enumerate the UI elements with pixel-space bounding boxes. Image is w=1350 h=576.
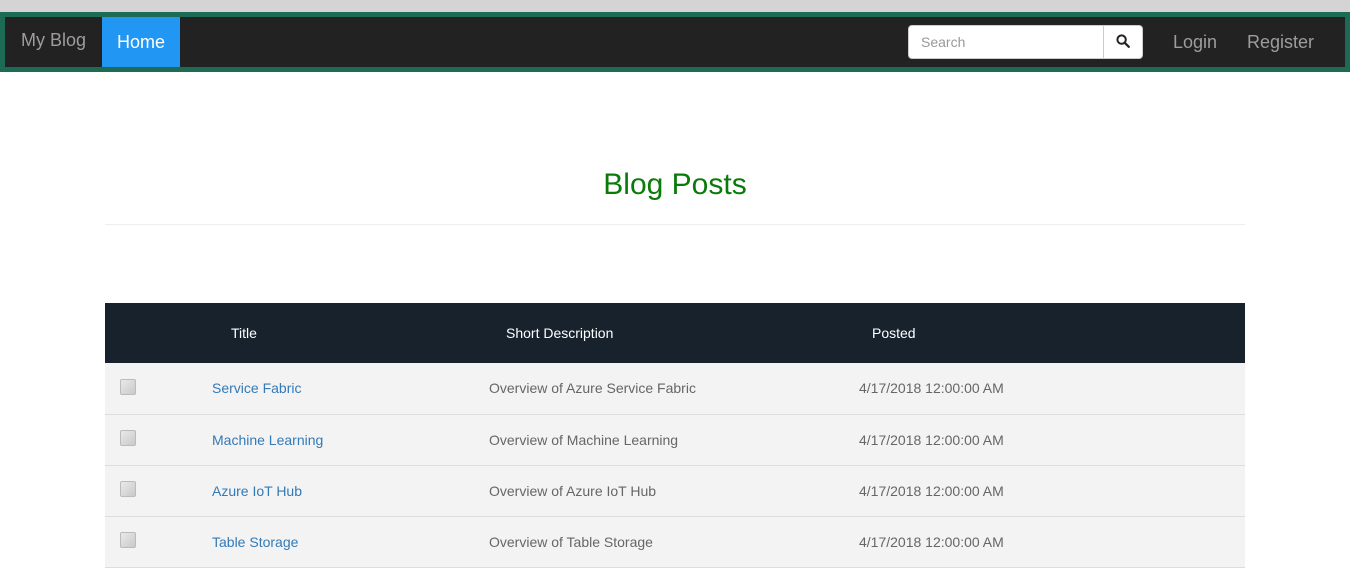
column-header-title: Title: [231, 325, 257, 341]
post-thumbnail: [105, 414, 212, 465]
post-thumbnail: [105, 465, 212, 516]
post-thumbnail: [105, 516, 212, 567]
post-description: Overview of Table Storage: [489, 533, 653, 550]
table-row: Azure IoT Hub Overview of Azure IoT Hub …: [105, 465, 1245, 516]
post-description: Overview of Azure Service Fabric: [489, 380, 696, 397]
post-title-link[interactable]: Machine Learning: [212, 432, 323, 448]
search-button[interactable]: [1104, 25, 1143, 59]
table-header-row: Title Short Description Posted: [105, 303, 1245, 363]
post-thumbnail: [105, 363, 212, 414]
broken-image-icon: [120, 378, 136, 395]
post-date: 4/17/2018 12:00:00 AM: [859, 380, 1004, 397]
post-date: 4/17/2018 12:00:00 AM: [859, 431, 1004, 448]
login-link[interactable]: Login: [1173, 17, 1217, 67]
window-top-strip: [0, 0, 1350, 12]
blog-posts-table: Title Short Description Posted Service F…: [105, 303, 1245, 568]
post-date: 4/17/2018 12:00:00 AM: [859, 482, 1004, 499]
search-icon: [1116, 33, 1130, 51]
broken-image-icon: [120, 480, 136, 497]
post-description: Overview of Azure IoT Hub: [489, 482, 657, 499]
column-header-description: Short Description: [506, 325, 614, 341]
table-row: Table Storage Overview of Table Storage …: [105, 516, 1245, 567]
post-title-link[interactable]: Table Storage: [212, 534, 298, 550]
register-link[interactable]: Register: [1247, 17, 1314, 67]
column-header-image: [105, 303, 212, 363]
search-form: [908, 25, 1143, 59]
search-input[interactable]: [908, 25, 1104, 59]
nav-home-tab[interactable]: Home: [102, 17, 180, 67]
page-title: Blog Posts: [603, 168, 747, 201]
post-title-link[interactable]: Service Fabric: [212, 380, 301, 396]
broken-image-icon: [120, 429, 136, 446]
post-description: Overview of Machine Learning: [489, 431, 679, 448]
broken-image-icon: [120, 531, 136, 548]
column-header-posted: Posted: [872, 325, 916, 341]
post-title-link[interactable]: Azure IoT Hub: [212, 483, 302, 499]
table-row: Machine Learning Overview of Machine Lea…: [105, 414, 1245, 465]
table-row: Service Fabric Overview of Azure Service…: [105, 363, 1245, 414]
navbar: My Blog Home Login Register: [0, 12, 1350, 72]
brand-link[interactable]: My Blog: [21, 17, 86, 67]
post-date: 4/17/2018 12:00:00 AM: [859, 533, 1004, 550]
title-divider: [105, 224, 1245, 225]
